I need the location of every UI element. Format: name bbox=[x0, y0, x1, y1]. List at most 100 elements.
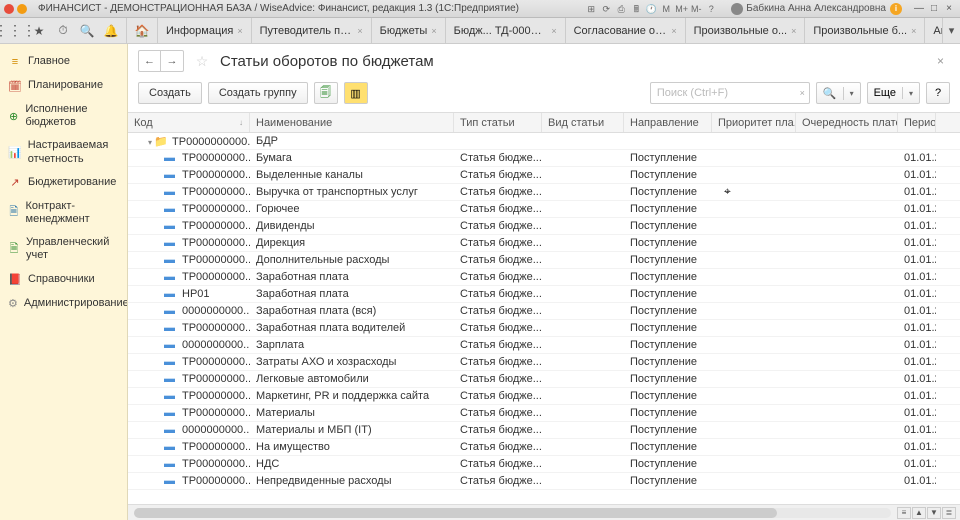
tab-close-icon[interactable]: × bbox=[551, 26, 556, 36]
table-row[interactable]: ▬ТР00000000...Дополнительные расходыСтат… bbox=[128, 252, 960, 269]
user-badge[interactable]: Бабкина Анна Александровна bbox=[731, 3, 886, 15]
column-header[interactable]: Тип статьи bbox=[454, 113, 542, 132]
column-header[interactable]: Вид статьи bbox=[542, 113, 624, 132]
create-button[interactable]: Создать bbox=[138, 82, 202, 104]
nav-down-icon[interactable]: ▼ bbox=[927, 507, 941, 519]
sidebar-item[interactable]: ⚙Администрирование bbox=[0, 292, 127, 316]
column-header[interactable]: Направление bbox=[624, 113, 712, 132]
column-header[interactable]: Очередность платежа bbox=[796, 113, 898, 132]
table-row[interactable]: ▬ТР00000000...БумагаСтатья бюдже...Посту… bbox=[128, 150, 960, 167]
table-row[interactable]: ▬НР01Заработная платаСтатья бюдже...Пост… bbox=[128, 286, 960, 303]
extra-action-icon[interactable]: ▥ bbox=[344, 82, 368, 104]
column-header[interactable]: Наименование bbox=[250, 113, 454, 132]
table-row[interactable]: ▬ТР00000000...На имуществоСтатья бюдже..… bbox=[128, 439, 960, 456]
nav-up-icon[interactable]: ▲ bbox=[912, 507, 926, 519]
tabs-dropdown-icon[interactable]: ▾ bbox=[942, 18, 960, 43]
window-min-icon[interactable]: — bbox=[912, 2, 926, 16]
window-dot-min[interactable] bbox=[17, 4, 27, 14]
tab[interactable]: Путеводитель по ...× bbox=[252, 18, 372, 43]
tab-close-icon[interactable]: × bbox=[237, 26, 242, 36]
tb-icon-m3[interactable]: M- bbox=[690, 3, 702, 15]
info-icon[interactable]: i bbox=[890, 3, 902, 15]
sidebar-item[interactable]: 🗎Управленческий учет bbox=[0, 231, 127, 267]
column-header[interactable]: Приоритет пла... bbox=[712, 113, 796, 132]
tab[interactable]: Произвольные б...× bbox=[805, 18, 925, 43]
cell: Поступление bbox=[624, 371, 712, 387]
tab-close-icon[interactable]: × bbox=[791, 26, 796, 36]
sidebar-item[interactable]: ↗Бюджетирование bbox=[0, 171, 127, 195]
tb-icon-print[interactable]: ⎙ bbox=[615, 3, 627, 15]
column-header[interactable]: Код↓ bbox=[128, 113, 250, 132]
table-row[interactable]: ▬ТР00000000...Заработная платаСтатья бюд… bbox=[128, 269, 960, 286]
tb-icon-help[interactable]: ? bbox=[705, 3, 717, 15]
home-icon[interactable]: 🏠 bbox=[131, 20, 153, 42]
sidebar-item[interactable]: ≡Главное bbox=[0, 50, 127, 74]
table-row[interactable]: ▬ТР00000000...Заработная плата водителей… bbox=[128, 320, 960, 337]
tab-close-icon[interactable]: × bbox=[671, 26, 676, 36]
tb-icon-clock[interactable]: 🕐 bbox=[645, 3, 657, 15]
table-row[interactable]: ▬0000000000...ЗарплатаСтатья бюдже...Пос… bbox=[128, 337, 960, 354]
search-go-button[interactable]: 🔍▾ bbox=[816, 82, 861, 104]
window-dot-close[interactable] bbox=[4, 4, 14, 14]
nav-back-icon[interactable]: ← bbox=[139, 51, 161, 71]
cell: Статья бюдже... bbox=[454, 218, 542, 234]
horizontal-scrollbar[interactable] bbox=[134, 508, 891, 518]
tab[interactable]: Информация× bbox=[158, 18, 252, 43]
create-group-button[interactable]: Создать группу bbox=[208, 82, 308, 104]
favorite-star-icon[interactable]: ☆ bbox=[192, 51, 212, 71]
window-close-icon[interactable]: × bbox=[942, 2, 956, 16]
tb-icon-m1[interactable]: M bbox=[660, 3, 672, 15]
expand-icon[interactable]: ▾ bbox=[148, 138, 152, 147]
cell: Поступление bbox=[624, 337, 712, 353]
table-row[interactable]: ▬ТР00000000...Легковые автомобилиСтатья … bbox=[128, 371, 960, 388]
nav-fwd-icon[interactable]: → bbox=[161, 51, 183, 71]
cell bbox=[542, 388, 624, 404]
history-icon[interactable]: ⏱ bbox=[52, 20, 74, 42]
tab[interactable]: Бюдж... ТД-000007× bbox=[446, 18, 566, 43]
nav-first-icon[interactable]: ≡ bbox=[897, 507, 911, 519]
table-row[interactable]: ▬ТР00000000...ДивидендыСтатья бюдже...По… bbox=[128, 218, 960, 235]
tab-close-icon[interactable]: × bbox=[911, 26, 916, 36]
window-max-icon[interactable]: □ bbox=[927, 2, 941, 16]
tab-close-icon[interactable]: × bbox=[357, 26, 362, 36]
sidebar-item[interactable]: 🗓Планирование bbox=[0, 74, 127, 98]
star-icon[interactable]: ★ bbox=[28, 20, 50, 42]
tb-icon-calc[interactable]: 🖩 bbox=[630, 3, 642, 15]
table-row[interactable]: ▬ТР00000000...ГорючееСтатья бюдже...Пост… bbox=[128, 201, 960, 218]
table-row[interactable]: ▬ТР00000000...Выручка от транспортных ус… bbox=[128, 184, 960, 201]
help-button[interactable]: ? bbox=[926, 82, 950, 104]
search-clear-icon[interactable]: × bbox=[800, 88, 805, 98]
menu-icon[interactable]: ⋮⋮⋮ bbox=[4, 20, 26, 42]
sidebar-item[interactable]: 📊Настраиваемая отчетность bbox=[0, 134, 127, 170]
tab[interactable]: Произвольные о...× bbox=[686, 18, 806, 43]
tb-icon-refresh[interactable]: ⟳ bbox=[600, 3, 612, 15]
table-row[interactable]: ▬0000000000...Заработная плата (вся)Стат… bbox=[128, 303, 960, 320]
tab-close-icon[interactable]: × bbox=[431, 26, 436, 36]
tb-icon-m2[interactable]: M+ bbox=[675, 3, 687, 15]
sidebar-item[interactable]: ⊕Исполнение бюджетов bbox=[0, 98, 127, 134]
nav-last-icon[interactable]: ≣ bbox=[942, 507, 956, 519]
table-row[interactable]: ▬ТР00000000...Выделенные каналыСтатья бю… bbox=[128, 167, 960, 184]
search-icon[interactable]: 🔍 bbox=[76, 20, 98, 42]
tb-icon-grid[interactable]: ⊞ bbox=[585, 3, 597, 15]
table-row[interactable]: ▬ТР00000000...НДССтатья бюдже...Поступле… bbox=[128, 456, 960, 473]
table-row[interactable]: ▬0000000000...Материалы и МБП (IT)Статья… bbox=[128, 422, 960, 439]
table-row[interactable]: ▬ТР00000000...МатериалыСтатья бюдже...По… bbox=[128, 405, 960, 422]
more-button[interactable]: Еще▾ bbox=[867, 82, 920, 104]
table-row[interactable]: ▾📁ТР0000000000...БДР bbox=[128, 133, 960, 150]
sidebar-item[interactable]: 📕Справочники bbox=[0, 268, 127, 292]
tab[interactable]: Согласование об...× bbox=[566, 18, 686, 43]
sidebar-item[interactable]: 🗎Контракт-менеджмент bbox=[0, 195, 127, 231]
column-header[interactable]: Период bbox=[898, 113, 936, 132]
tab[interactable]: Анализ финансов...× bbox=[925, 18, 942, 43]
page-close-icon[interactable]: × bbox=[931, 52, 950, 70]
search-input[interactable]: Поиск (Ctrl+F) × bbox=[650, 82, 810, 104]
table-row[interactable]: ▬ТР00000000...ДирекцияСтатья бюдже...Пос… bbox=[128, 235, 960, 252]
copy-green-icon[interactable]: 🗐 bbox=[314, 82, 338, 104]
tab[interactable]: Бюджеты× bbox=[372, 18, 446, 43]
table-row[interactable]: ▬ТР00000000...Маркетинг, PR и поддержка … bbox=[128, 388, 960, 405]
table-row[interactable]: ▬ТР00000000...Непредвиденные расходыСтат… bbox=[128, 473, 960, 490]
page-title: Статьи оборотов по бюджетам bbox=[220, 53, 434, 70]
table-row[interactable]: ▬ТР00000000...Затраты АХО и хозрасходыСт… bbox=[128, 354, 960, 371]
bell-icon[interactable]: 🔔 bbox=[100, 20, 122, 42]
